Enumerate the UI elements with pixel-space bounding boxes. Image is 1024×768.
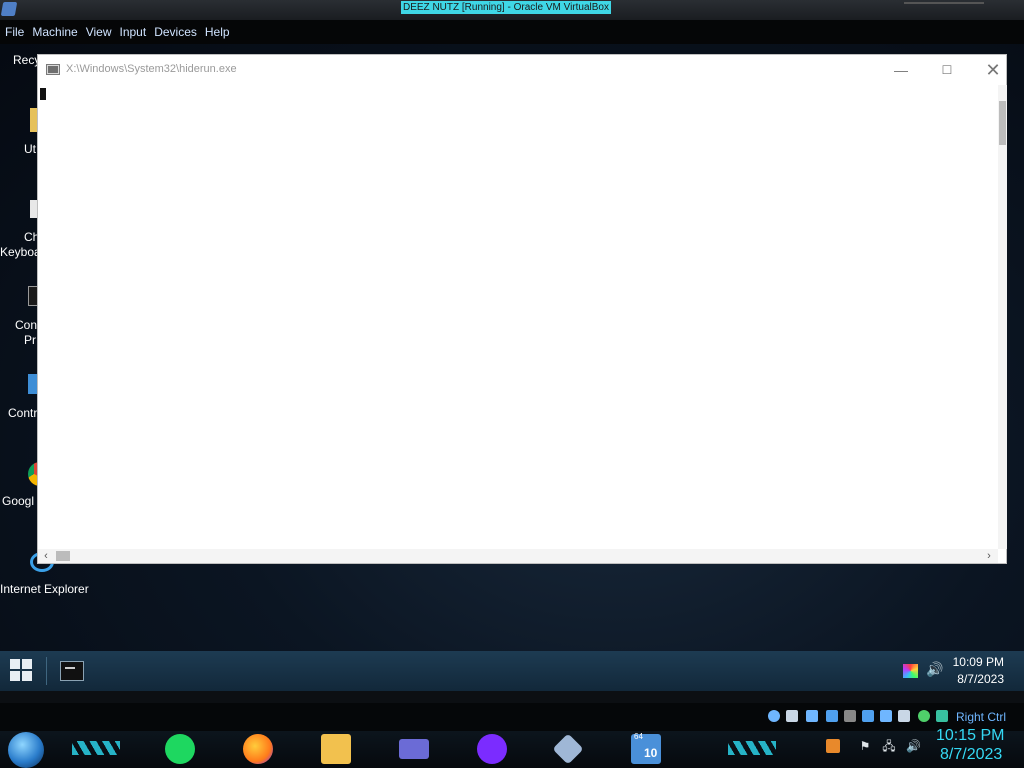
menu-view[interactable]: View [85, 25, 119, 39]
desktop-icon-command-prompt[interactable]: Con Pr [0, 284, 40, 348]
badge-64: 64 [634, 732, 643, 741]
start-button[interactable] [10, 659, 34, 683]
host-start-orb[interactable] [8, 732, 44, 768]
desktop-icon-label: Pr [24, 333, 36, 347]
taskbar-app-windows-10[interactable]: 64 10 [624, 732, 668, 766]
host-volume-icon[interactable]: 🔊 [906, 739, 921, 753]
text-cursor [40, 88, 46, 100]
taskbar-decoration [728, 741, 776, 755]
host-clock-time[interactable]: 10:15 PM [936, 727, 1004, 745]
host-clock-date[interactable]: 8/7/2023 [940, 746, 1002, 764]
taskbar-console-button[interactable] [60, 661, 84, 681]
spotify-icon [165, 734, 195, 764]
windows-logo-icon [22, 659, 32, 669]
horizontal-scrollbar[interactable]: ‹ › [38, 549, 998, 563]
network-tray-icon[interactable]: 🖧 [882, 739, 896, 753]
flag-tray-icon[interactable]: ⚑ [858, 739, 872, 753]
menu-help[interactable]: Help [204, 25, 237, 39]
taskbar-app-media-player[interactable] [392, 732, 436, 766]
scroll-right-button[interactable]: › [982, 549, 996, 563]
guest-taskbar: 🔊 10:09 PM 8/7/2023 [0, 651, 1024, 691]
vbox-window-title: DEEZ NUTZ [Running] - Oracle VM VirtualB… [401, 1, 611, 14]
privacy-mask-icon [477, 734, 507, 764]
guest-additions-icon[interactable] [918, 710, 930, 722]
guest-clock-date[interactable]: 8/7/2023 [940, 672, 1004, 686]
firefox-icon [243, 734, 273, 764]
host-taskbar: 64 10 ⚑ 🖧 🔊 10:15 PM 8/7/2023 [0, 727, 1024, 768]
sublime-tray-icon[interactable] [826, 739, 840, 753]
file-explorer-icon [321, 734, 351, 764]
scroll-left-button[interactable]: ‹ [39, 549, 53, 563]
minimize-button[interactable]: — [878, 55, 924, 85]
desktop-icon-control-panel[interactable]: Contr [0, 372, 40, 420]
media-player-icon [399, 739, 429, 759]
taskbar-app-virtualbox[interactable] [546, 732, 590, 766]
network-icon[interactable] [806, 710, 818, 722]
shared-folders-icon[interactable] [844, 710, 856, 722]
console-icon [46, 64, 60, 75]
vbox-menu-bar: File Machine View Input Devices Help [0, 20, 1024, 44]
desktop-icon-label: Keyboa [0, 245, 41, 259]
console-window[interactable]: X:\Windows\System32\hiderun.exe — ☐ ✕ ‹ … [37, 54, 1007, 564]
console-window-title: X:\Windows\System32\hiderun.exe [66, 63, 237, 75]
menu-file[interactable]: File [4, 25, 31, 39]
desktop-icon-label: Internet Explorer [0, 582, 89, 596]
color-picker-tray-icon[interactable] [903, 664, 918, 678]
badge-10: 10 [644, 746, 658, 760]
desktop-icon-utilities[interactable]: Ut [0, 108, 44, 156]
desktop-icon-label: Con [15, 318, 38, 332]
vertical-scrollbar-thumb[interactable] [999, 101, 1006, 145]
windows-logo-icon [10, 671, 20, 681]
desktop-icon-label: Googl [2, 494, 35, 508]
menu-input[interactable]: Input [119, 25, 154, 39]
taskbar-app-file-explorer[interactable] [314, 732, 358, 766]
vbox-status-bar: Right Ctrl [0, 691, 1024, 731]
taskbar-app-privacy[interactable] [470, 732, 514, 766]
console-title-bar[interactable]: X:\Windows\System32\hiderun.exe — ☐ ✕ [38, 55, 1006, 85]
taskbar-app-spotify[interactable] [158, 732, 202, 766]
recording-icon[interactable] [880, 710, 892, 722]
vm-horizontal-scrollbar[interactable] [0, 691, 1024, 703]
storage-icon[interactable] [786, 710, 798, 722]
windows-logo-icon [10, 659, 20, 669]
usb-icon[interactable] [826, 710, 838, 722]
desktop-icon-google-chrome[interactable]: Googl [0, 460, 40, 508]
virtualbox-icon [552, 733, 584, 765]
vbox-title-bar: DEEZ NUTZ [Running] - Oracle VM VirtualB… [0, 0, 1024, 20]
desktop-icon-recycle-bin[interactable]: Recy [0, 44, 40, 68]
maximize-button[interactable]: ☐ [924, 55, 970, 85]
host-key-label: Right Ctrl [956, 710, 1007, 724]
guest-clock-time[interactable]: 10:09 PM [940, 655, 1004, 669]
title-bar-edge [904, 2, 984, 4]
desktop-icon-keyboard[interactable]: Ch Keyboa [0, 196, 41, 260]
mouse-integration-icon[interactable] [936, 710, 948, 722]
cpu-icon[interactable] [898, 710, 910, 722]
horizontal-scrollbar-thumb[interactable] [56, 551, 70, 561]
close-button[interactable]: ✕ [970, 55, 1016, 85]
menu-machine[interactable]: Machine [31, 25, 84, 39]
desktop-icon-label: Contr [8, 406, 38, 420]
vertical-scrollbar[interactable] [998, 85, 1007, 549]
desktop-icon-label: Ut [24, 142, 36, 156]
optical-drive-icon[interactable] [768, 710, 780, 722]
taskbar-app-firefox[interactable] [236, 732, 280, 766]
taskbar-decoration [72, 741, 120, 755]
windows-logo-icon [22, 671, 32, 681]
menu-devices[interactable]: Devices [153, 25, 204, 39]
virtualbox-app-icon [0, 2, 18, 16]
display-icon[interactable] [862, 710, 874, 722]
taskbar-separator [46, 657, 47, 685]
